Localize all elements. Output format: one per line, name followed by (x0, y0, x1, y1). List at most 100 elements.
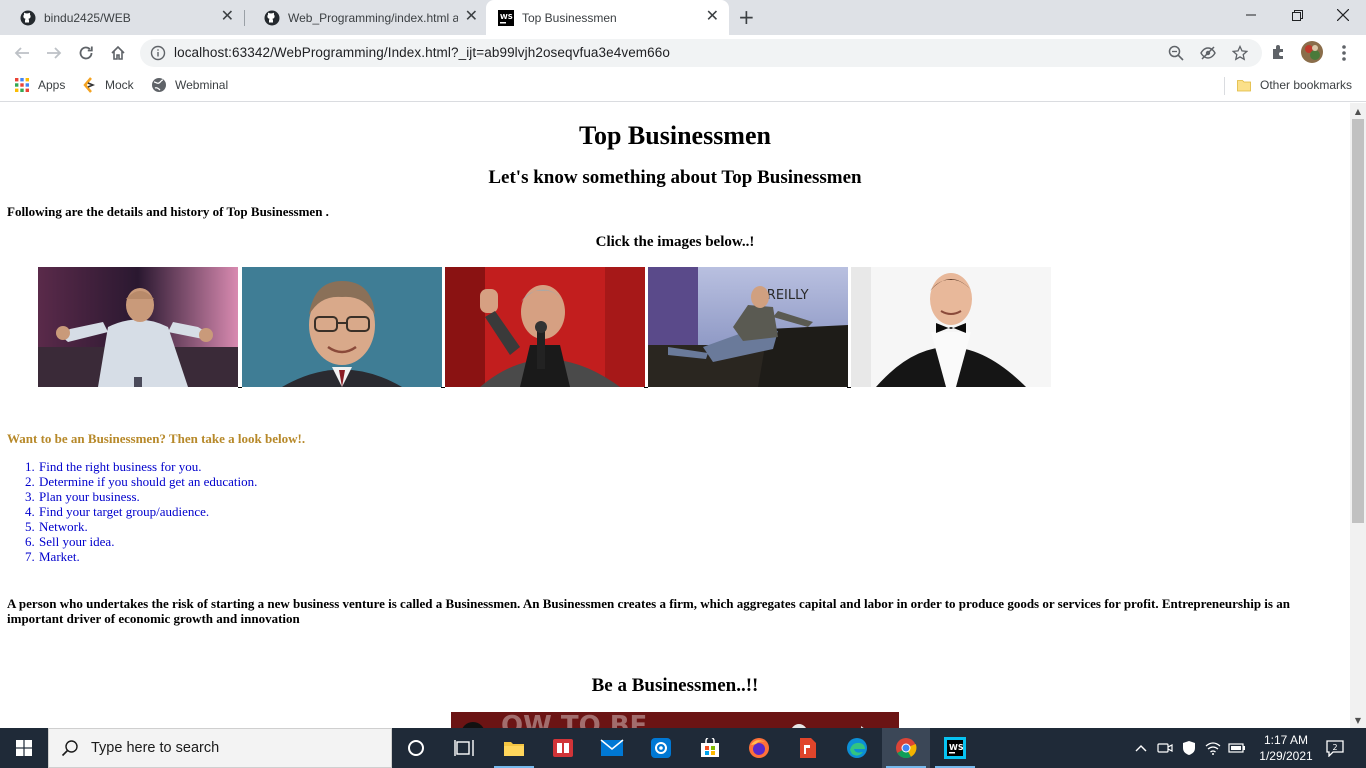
scroll-down-arrow-icon[interactable]: ▼ (1350, 712, 1366, 728)
meet-now-icon[interactable] (1156, 740, 1174, 756)
businessman-photo-1[interactable] (38, 267, 238, 387)
edge-icon[interactable] (833, 728, 881, 768)
list-text: Determine if you should get an education… (39, 474, 258, 489)
image-link-underline (238, 387, 242, 388)
battery-icon[interactable] (1228, 740, 1246, 756)
taskbar-search-box[interactable]: Type here to search (48, 728, 392, 768)
file-explorer-icon[interactable] (490, 728, 538, 768)
folder-icon (1236, 77, 1252, 93)
security-shield-icon[interactable] (1180, 740, 1198, 756)
wifi-icon[interactable] (1204, 740, 1222, 756)
zoom-icon[interactable] (1168, 45, 1184, 61)
clock-date: 1/29/2021 (1259, 749, 1313, 763)
info-icon[interactable] (150, 45, 166, 61)
system-clock[interactable]: 1:17 AM 1/29/2021 (1254, 732, 1318, 764)
forward-arrow-icon[interactable] (42, 41, 66, 65)
bookmark-mock[interactable]: Mock (81, 77, 134, 93)
restore-icon[interactable] (1274, 0, 1320, 30)
tab-github-web[interactable]: bindu2425/WEB ✕ (0, 0, 244, 35)
profile-avatar-icon[interactable] (1301, 41, 1323, 63)
list-text: Market. (39, 549, 80, 564)
url-text[interactable]: localhost:63342/WebProgramming/Index.htm… (174, 45, 670, 60)
list-item: 4. Find your target group/audience. (25, 504, 257, 519)
businessman-photo-2[interactable] (242, 267, 442, 387)
chrome-icon[interactable] (882, 728, 930, 768)
home-icon[interactable] (106, 41, 130, 65)
notifications-icon[interactable]: 2 (1326, 740, 1346, 757)
cortana-circle-icon[interactable] (392, 728, 440, 768)
tracking-eye-off-icon[interactable] (1200, 45, 1216, 61)
list-item: 3. Plan your business. (25, 489, 257, 504)
image-link-underline (847, 387, 851, 388)
scrollbar-thumb[interactable] (1352, 119, 1364, 523)
list-text: Find the right business for you. (39, 459, 202, 474)
steps-list: 1. Find the right business for you. 2. Det… (25, 459, 257, 564)
page-title: Top Businessmen (579, 121, 771, 150)
close-icon[interactable]: ✕ (706, 9, 719, 25)
browser-tab-strip: bindu2425/WEB ✕ Web_Programming/index.ht… (0, 0, 1366, 35)
reload-icon[interactable] (74, 41, 98, 65)
image-link-underline (644, 387, 648, 388)
svg-text:WS: WS (500, 13, 513, 21)
bookmark-webminal[interactable]: Webminal (151, 77, 228, 93)
close-window-icon[interactable] (1320, 0, 1366, 30)
search-icon (61, 739, 79, 757)
address-bar[interactable]: localhost:63342/WebProgramming/Index.htm… (140, 39, 1262, 67)
github-icon (264, 10, 280, 26)
svg-text:OW TO BE: OW TO BE (501, 712, 647, 728)
list-item: 6. Sell your idea. (25, 534, 257, 549)
search-placeholder: Type here to search (91, 740, 220, 756)
mail-icon[interactable] (588, 728, 636, 768)
list-item: 1. Find the right business for you. (25, 459, 257, 474)
globe-icon (151, 77, 167, 93)
firefox-icon[interactable] (735, 728, 783, 768)
close-icon[interactable]: ✕ (465, 9, 478, 25)
webstorm-app-icon[interactable]: WS (931, 728, 979, 768)
close-icon[interactable]: ✕ (221, 9, 234, 25)
extensions-puzzle-icon[interactable] (1270, 43, 1290, 63)
description-paragraph: A person who undertakes the risk of star… (7, 596, 1290, 626)
businessman-photo-5[interactable] (851, 267, 1051, 387)
store-icon[interactable] (686, 728, 734, 768)
video-thumbnail[interactable]: OW TO BE (451, 712, 899, 728)
bookmarks-bar: Apps Mock Webminal Other bookmarks (0, 71, 1366, 102)
page-scrollbar[interactable]: ▲ ▼ (1350, 103, 1366, 728)
star-icon[interactable] (1231, 44, 1249, 61)
bookmark-apps[interactable]: Apps (14, 77, 65, 93)
tab-top-businessmen[interactable]: WS Top Businessmen ✕ (486, 0, 729, 35)
businessman-photo-3[interactable] (445, 267, 645, 387)
list-item: 5. Network. (25, 519, 257, 534)
list-text: Plan your business. (39, 489, 140, 504)
new-tab-plus-icon[interactable]: + (738, 7, 755, 27)
list-text: Sell your idea. (39, 534, 115, 549)
tab-github-index[interactable]: Web_Programming/index.html at ✕ (244, 0, 488, 35)
scroll-up-arrow-icon[interactable]: ▲ (1350, 103, 1366, 119)
list-text: Find your target group/audience. (39, 504, 210, 519)
pdf-app-icon[interactable] (784, 728, 832, 768)
businessman-photo-4[interactable]: O'REILLY (648, 267, 848, 387)
intro-text: Following are the details and history of… (7, 204, 329, 219)
minimize-icon[interactable] (1228, 0, 1274, 30)
tab-title: Web_Programming/index.html at (288, 10, 458, 25)
windows-start-icon[interactable] (0, 728, 48, 768)
tab-title: bindu2425/WEB (44, 10, 131, 25)
chevron-up-icon[interactable] (1132, 740, 1150, 756)
other-bookmarks[interactable]: Other bookmarks (1236, 77, 1352, 93)
mock-icon (81, 77, 97, 93)
menu-kebab-icon[interactable] (1336, 43, 1356, 63)
task-view-icon[interactable] (440, 728, 488, 768)
section-heading: Be a Businessmen..!! (591, 675, 759, 696)
list-number: 3. (25, 489, 35, 504)
settings-app-icon[interactable] (637, 728, 685, 768)
bookmark-divider (1224, 77, 1225, 95)
list-text: Network. (39, 519, 88, 534)
list-number: 2. (25, 474, 35, 489)
image-link-underline (441, 387, 445, 388)
clock-time: 1:17 AM (1263, 733, 1309, 747)
back-arrow-icon[interactable] (10, 41, 34, 65)
apps-grid-icon (14, 77, 30, 93)
bookmark-label: Apps (38, 78, 66, 92)
browser-toolbar: localhost:63342/WebProgramming/Index.htm… (0, 35, 1366, 71)
want-heading: Want to be an Businessmen? Then take a l… (7, 431, 306, 446)
reader-app-icon[interactable] (539, 728, 587, 768)
